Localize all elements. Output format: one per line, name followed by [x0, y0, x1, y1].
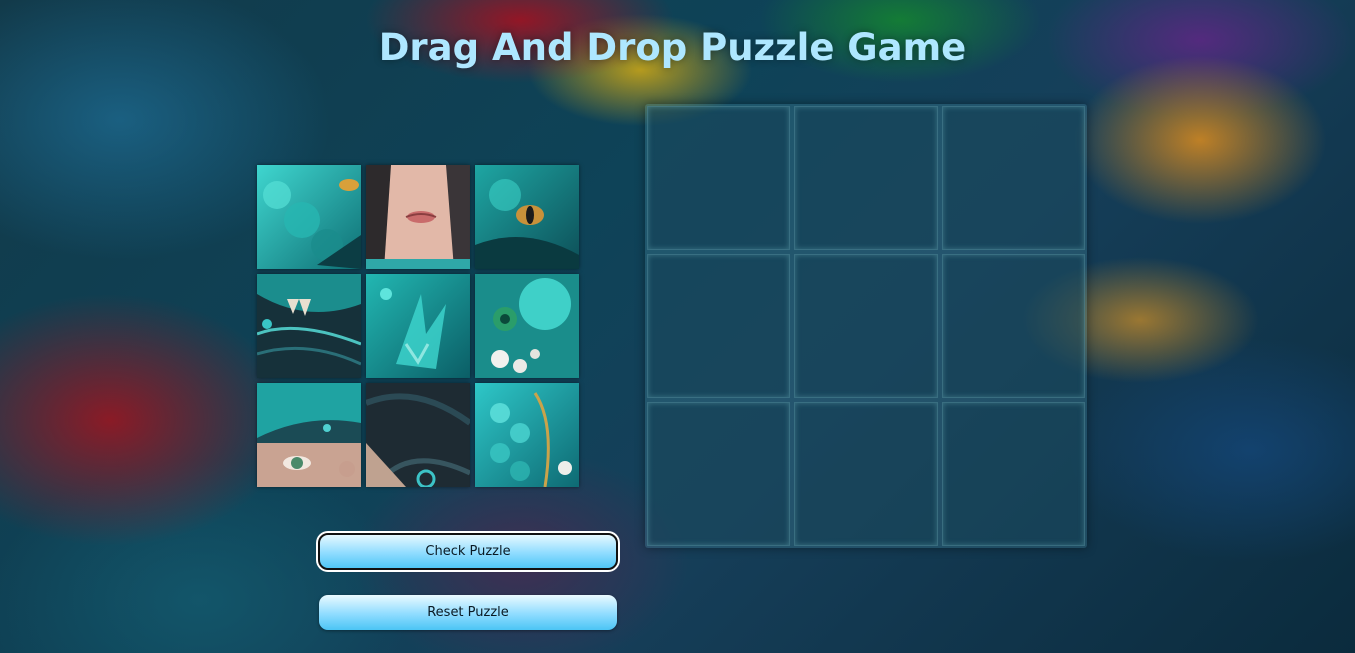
check-puzzle-button[interactable]: Check Puzzle: [318, 533, 618, 570]
puzzle-piece-4[interactable]: [257, 274, 361, 378]
puzzle-piece-7[interactable]: [257, 383, 361, 487]
puzzle-pieces-container: [257, 165, 579, 487]
drop-slot-2[interactable]: [794, 106, 938, 250]
drop-slot-5[interactable]: [794, 254, 938, 398]
girl-face-lips-icon: [366, 165, 470, 269]
drop-slot-9[interactable]: [941, 402, 1085, 546]
drop-slot-8[interactable]: [794, 402, 938, 546]
puzzle-board: [645, 104, 1087, 548]
dragon-flowers-icon: [475, 274, 579, 378]
drop-slot-6[interactable]: [941, 254, 1085, 398]
drop-slot-1[interactable]: [647, 106, 791, 250]
dragon-claw-icon: [366, 274, 470, 378]
drop-slot-3[interactable]: [941, 106, 1085, 250]
drop-slot-4[interactable]: [647, 254, 791, 398]
reset-puzzle-button[interactable]: Reset Puzzle: [319, 595, 617, 630]
puzzle-piece-5[interactable]: [366, 274, 470, 378]
page-title: Drag And Drop Puzzle Game: [378, 26, 967, 69]
dragon-eye-icon: [475, 165, 579, 269]
puzzle-piece-8[interactable]: [366, 383, 470, 487]
puzzle-piece-1[interactable]: [257, 165, 361, 269]
dragon-teeth-hair-icon: [257, 274, 361, 378]
drop-slot-7[interactable]: [647, 402, 791, 546]
puzzle-piece-6[interactable]: [475, 274, 579, 378]
puzzle-piece-3[interactable]: [475, 165, 579, 269]
puzzle-piece-9[interactable]: [475, 383, 579, 487]
dragon-scales-flowers-icon: [475, 383, 579, 487]
puzzle-piece-2[interactable]: [366, 165, 470, 269]
dragon-scales-eye-icon: [257, 165, 361, 269]
girl-eye-icon: [257, 383, 361, 487]
girl-hair-icon: [366, 383, 470, 487]
